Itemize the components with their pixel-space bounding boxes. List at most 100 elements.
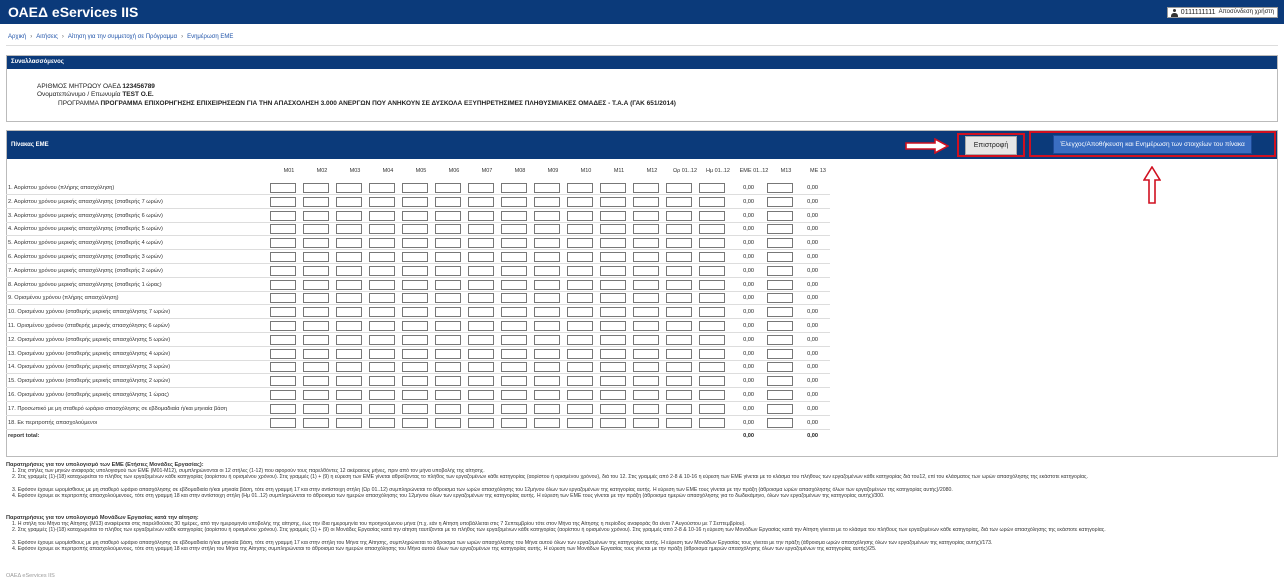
month-input[interactable] [303, 348, 329, 359]
month-input[interactable] [336, 210, 362, 221]
month-input[interactable] [666, 362, 692, 373]
month-input[interactable] [501, 417, 527, 428]
month-input[interactable] [402, 321, 428, 331]
month-input[interactable] [633, 238, 659, 249]
month-input[interactable] [303, 196, 329, 207]
month-input[interactable] [633, 252, 659, 262]
month-input[interactable] [468, 196, 494, 207]
month-input[interactable] [600, 321, 626, 331]
month-input[interactable] [435, 210, 461, 221]
month-input[interactable] [633, 417, 659, 428]
month-input[interactable] [468, 265, 494, 276]
month-input[interactable] [699, 183, 725, 193]
month-input[interactable] [270, 334, 296, 345]
month-input[interactable] [336, 321, 362, 331]
month-input[interactable] [501, 252, 527, 262]
month-input[interactable] [600, 265, 626, 276]
month-input[interactable] [600, 210, 626, 221]
month-input[interactable] [369, 403, 395, 414]
month-input[interactable] [270, 279, 296, 290]
month-input[interactable] [534, 321, 560, 331]
month-input[interactable] [402, 403, 428, 414]
month-input[interactable] [501, 238, 527, 249]
month-input[interactable] [666, 293, 692, 304]
month-input[interactable] [336, 224, 362, 235]
month-input[interactable] [270, 252, 296, 262]
month-input[interactable] [336, 238, 362, 249]
month-input[interactable] [600, 293, 626, 304]
month-input[interactable] [369, 224, 395, 235]
month-input[interactable] [699, 334, 725, 345]
month-input[interactable] [270, 183, 296, 193]
month-input[interactable] [468, 362, 494, 373]
month-input[interactable] [666, 390, 692, 400]
month-input[interactable] [633, 376, 659, 387]
month-input[interactable] [303, 334, 329, 345]
month-input[interactable] [468, 238, 494, 249]
month-input[interactable] [666, 238, 692, 249]
month-input[interactable] [270, 265, 296, 276]
month-input[interactable] [402, 252, 428, 262]
month-input[interactable] [567, 334, 593, 345]
month-input[interactable] [600, 334, 626, 345]
month-input[interactable] [666, 265, 692, 276]
month-input[interactable] [336, 403, 362, 414]
month-input[interactable] [501, 210, 527, 221]
month-input[interactable] [435, 403, 461, 414]
month-input[interactable] [336, 334, 362, 345]
month-input[interactable] [435, 293, 461, 304]
month-input[interactable] [402, 196, 428, 207]
month-input[interactable] [369, 390, 395, 400]
month-input[interactable] [435, 376, 461, 387]
month-input[interactable] [303, 307, 329, 318]
month-input[interactable] [336, 183, 362, 193]
month-input[interactable] [402, 210, 428, 221]
month-input[interactable] [402, 265, 428, 276]
month-input[interactable] [534, 252, 560, 262]
month-input[interactable] [501, 334, 527, 345]
month-input[interactable] [666, 417, 692, 428]
month-input[interactable] [567, 183, 593, 193]
month-input[interactable] [501, 183, 527, 193]
month-input[interactable] [567, 321, 593, 331]
month-input[interactable] [600, 417, 626, 428]
month-input[interactable] [600, 238, 626, 249]
month-input[interactable] [600, 362, 626, 373]
month-input[interactable] [501, 362, 527, 373]
month-input[interactable] [303, 376, 329, 387]
month-input[interactable] [567, 279, 593, 290]
month-input[interactable] [633, 196, 659, 207]
month-input[interactable] [303, 224, 329, 235]
month-input[interactable] [435, 417, 461, 428]
month-input[interactable] [369, 238, 395, 249]
month-input[interactable] [633, 293, 659, 304]
month-input[interactable] [633, 307, 659, 318]
month-input[interactable] [336, 279, 362, 290]
month-input[interactable] [567, 362, 593, 373]
month-input[interactable] [435, 238, 461, 249]
month-input[interactable] [699, 279, 725, 290]
month-input[interactable] [567, 417, 593, 428]
month-input[interactable] [567, 238, 593, 249]
month-input[interactable] [534, 334, 560, 345]
month-input[interactable] [501, 265, 527, 276]
month-input[interactable] [468, 224, 494, 235]
month-input[interactable] [369, 183, 395, 193]
month-input[interactable] [402, 238, 428, 249]
month-input[interactable] [303, 293, 329, 304]
month-input[interactable] [303, 252, 329, 262]
month-input[interactable] [369, 417, 395, 428]
month-input[interactable] [336, 417, 362, 428]
month-input[interactable] [534, 376, 560, 387]
month-input[interactable] [600, 376, 626, 387]
month-input[interactable] [270, 417, 296, 428]
month-input[interactable] [501, 196, 527, 207]
month-input[interactable] [501, 293, 527, 304]
month-input[interactable] [633, 348, 659, 359]
month-input[interactable] [468, 307, 494, 318]
month-input[interactable] [567, 210, 593, 221]
month-input[interactable] [270, 403, 296, 414]
month-input[interactable] [402, 348, 428, 359]
month-input[interactable] [369, 307, 395, 318]
month-input[interactable] [501, 224, 527, 235]
